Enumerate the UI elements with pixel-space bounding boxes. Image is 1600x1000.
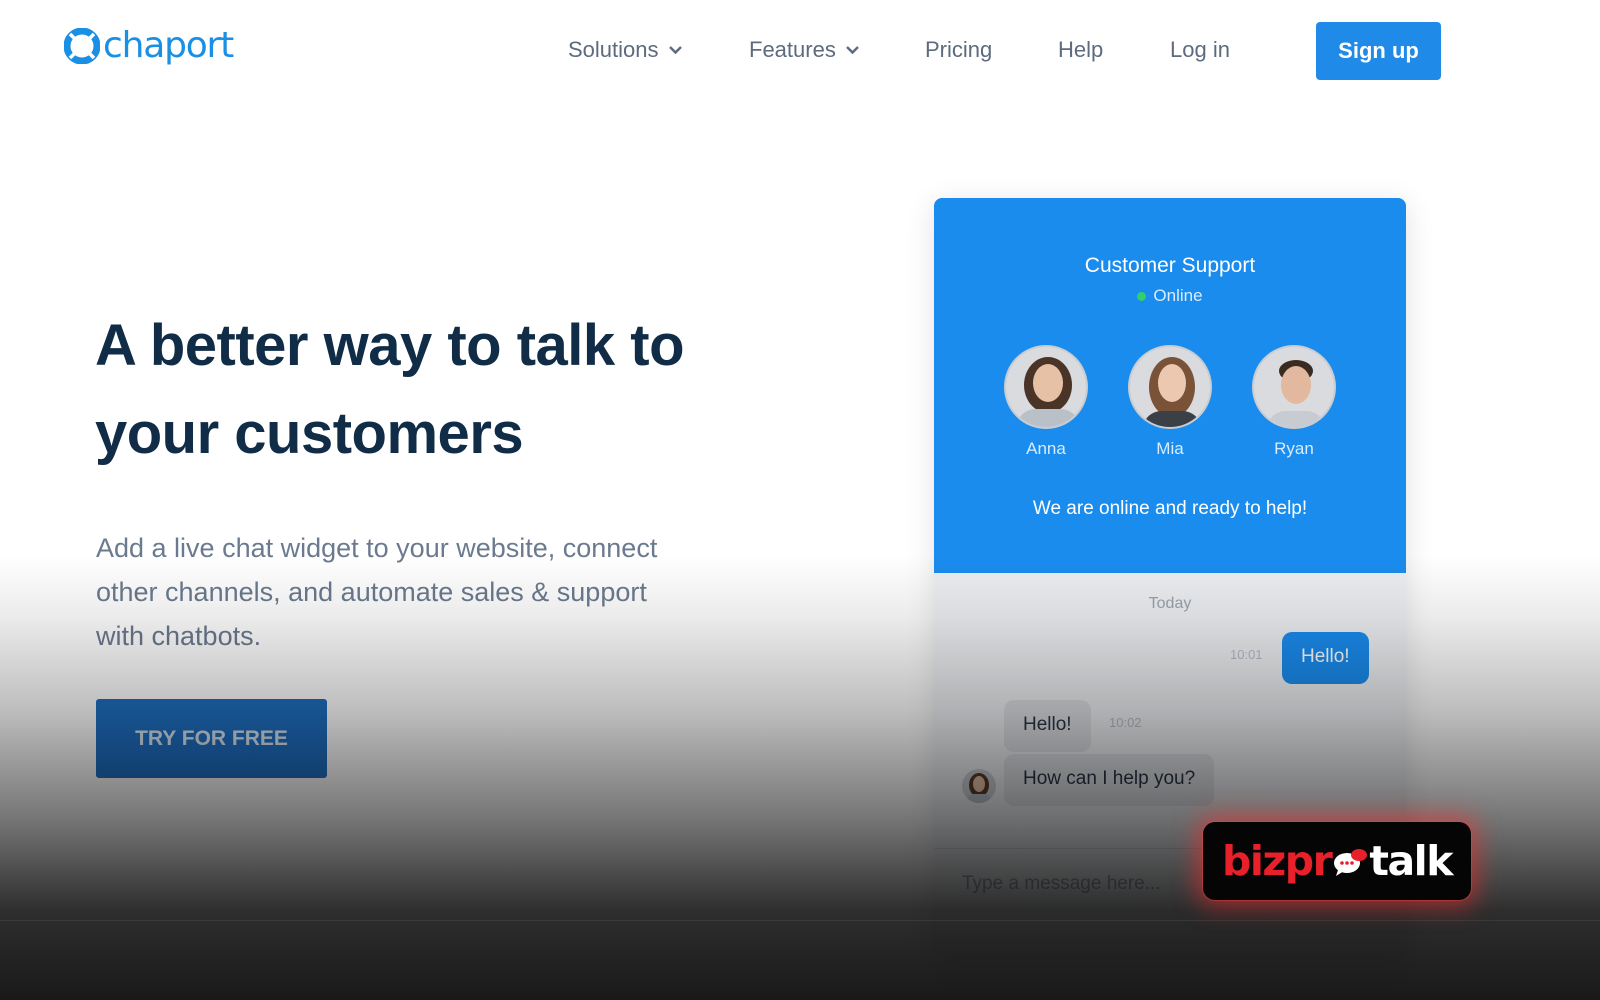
try-for-free-button[interactable]: TRY FOR FREE (96, 699, 327, 778)
online-dot-icon (1137, 291, 1147, 301)
avatar (1004, 345, 1088, 429)
hero-subtitle-line2: other channels, and automate sales & sup… (96, 577, 647, 607)
incoming-message: How can I help you? (1004, 754, 1215, 806)
agent-name: Ryan (1274, 439, 1314, 458)
hero-title-line2: your customers (95, 401, 524, 466)
nav-pricing-label: Pricing (925, 37, 993, 62)
hero-subtitle-line3: with chatbots. (96, 621, 262, 651)
agent-name: Mia (1156, 439, 1184, 458)
agent-anna: Anna (1004, 345, 1088, 459)
nav-features-label: Features (749, 37, 836, 62)
nav-help[interactable]: Help (1058, 36, 1103, 64)
divider (0, 920, 1600, 921)
hero-subtitle: Add a live chat widget to your website, … (96, 526, 736, 658)
person-icon (967, 773, 991, 803)
nav-login-label: Log in (1170, 37, 1230, 62)
top-nav: chaport Solutions Features Pricing Help … (0, 0, 1600, 102)
signup-button[interactable]: Sign up (1316, 22, 1441, 80)
nav-help-label: Help (1058, 37, 1104, 62)
message-input[interactable]: Type a message here... (962, 873, 1161, 895)
nav-login[interactable]: Log in (1170, 36, 1230, 64)
chevron-down-icon (668, 46, 682, 55)
hero-title-line1: A better way to talk to (95, 313, 685, 378)
bizprotalk-badge: bizpr talk (1203, 822, 1471, 900)
lifebuoy-icon (64, 28, 100, 64)
chat-bubble-icon (1334, 849, 1368, 876)
badge-text-red: bizpr (1222, 837, 1333, 885)
person-icon (1144, 357, 1200, 427)
nav-features[interactable]: Features (749, 36, 860, 64)
widget-status-label: Online (1153, 286, 1203, 305)
chevron-down-icon (845, 46, 859, 55)
agent-mia: Mia (1128, 345, 1212, 459)
widget-title: Customer Support (1084, 254, 1256, 277)
hero-subtitle-line1: Add a live chat widget to your website, … (96, 533, 658, 563)
agent-ryan: Ryan (1252, 345, 1336, 459)
avatar (1128, 345, 1212, 429)
agent-avatar (962, 769, 996, 803)
nav-solutions[interactable]: Solutions (568, 36, 683, 64)
widget-status: Online (934, 286, 1406, 306)
badge-text-white: talk (1369, 837, 1453, 885)
incoming-message: Hello! (1004, 700, 1091, 752)
message-time: 10:01 (1230, 647, 1263, 662)
person-icon (1268, 360, 1324, 427)
chaport-logo[interactable]: chaport (64, 25, 234, 66)
person-icon (1018, 357, 1078, 427)
widget-header: Customer Support Online Anna Mia Ryan We… (934, 198, 1406, 573)
widget-conversation: Today 10:01 Hello! Hello! 10:02 How can … (934, 573, 1406, 958)
day-divider: Today (1148, 595, 1192, 612)
nav-pricing[interactable]: Pricing (925, 36, 992, 64)
hero-title: A better way to talk to your customers (95, 302, 815, 478)
widget-ready-text: We are online and ready to help! (1032, 498, 1308, 519)
nav-solutions-label: Solutions (568, 37, 659, 62)
message-time: 10:02 (1109, 715, 1142, 730)
logo-text: chaport (103, 25, 234, 66)
outgoing-message: Hello! (1282, 632, 1369, 684)
avatar (1252, 345, 1336, 429)
agent-name: Anna (1026, 439, 1066, 458)
